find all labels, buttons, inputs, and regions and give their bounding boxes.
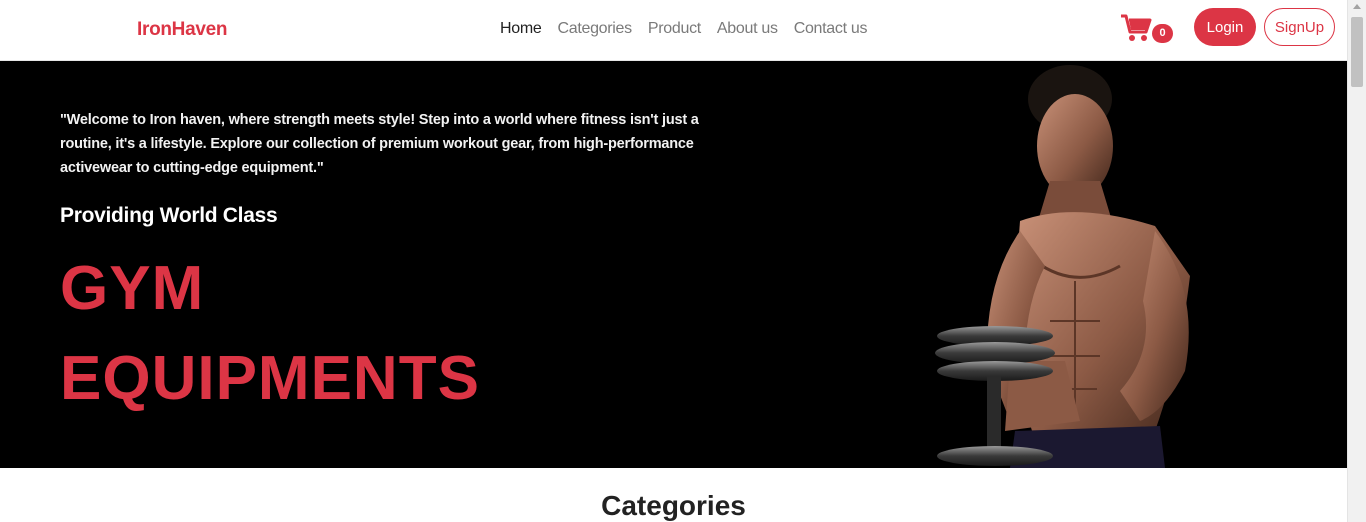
signup-button[interactable]: SignUp bbox=[1264, 8, 1335, 46]
cart-count-badge: 0 bbox=[1152, 24, 1173, 43]
hero-title-line1: GYM bbox=[60, 254, 205, 323]
bodybuilder-image bbox=[935, 65, 1190, 468]
nav-link-categories[interactable]: Categories bbox=[557, 20, 632, 38]
cart-icon bbox=[1121, 14, 1152, 41]
hero-title: GYM EQUIPMENTS bbox=[60, 244, 480, 424]
hero-subtitle: Providing World Class bbox=[60, 204, 278, 227]
nav-link-contact-us[interactable]: Contact us bbox=[794, 20, 868, 38]
nav-link-about-us[interactable]: About us bbox=[717, 20, 778, 38]
nav-link-product[interactable]: Product bbox=[648, 20, 701, 38]
hero-title-line2: EQUIPMENTS bbox=[60, 344, 480, 413]
scroll-up-arrow-icon[interactable] bbox=[1353, 4, 1361, 9]
scrollbar-thumb[interactable] bbox=[1351, 17, 1363, 87]
login-button[interactable]: Login bbox=[1194, 8, 1256, 46]
navbar: IronHaven Home Categories Product About … bbox=[0, 0, 1347, 61]
categories-heading: Categories bbox=[601, 490, 746, 521]
nav-links: Home Categories Product About us Contact… bbox=[500, 20, 883, 38]
nav-link-home[interactable]: Home bbox=[500, 20, 542, 38]
scrollbar[interactable] bbox=[1347, 0, 1366, 522]
hero-banner: "Welcome to Iron haven, where strength m… bbox=[0, 61, 1347, 468]
brand-logo[interactable]: IronHaven bbox=[137, 19, 228, 41]
hero-quote: "Welcome to Iron haven, where strength m… bbox=[60, 112, 699, 176]
cart-button[interactable]: 0 bbox=[1120, 13, 1176, 45]
